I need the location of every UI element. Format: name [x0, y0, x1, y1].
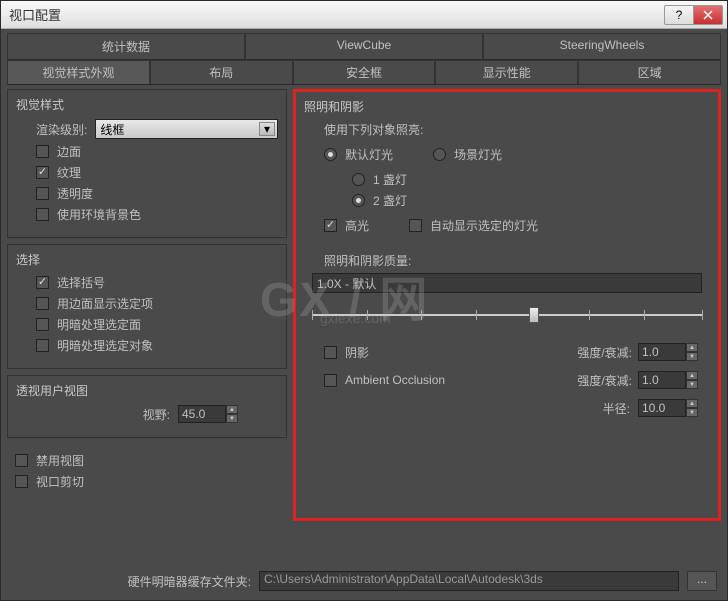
secondary-tabs: 视觉样式外观 布局 安全框 显示性能 区域	[7, 60, 721, 85]
shade-face-label: 明暗处理选定面	[57, 316, 141, 333]
two-light-label: 2 盏灯	[373, 192, 407, 209]
default-light-label: 默认灯光	[345, 146, 393, 163]
visual-style-group: 视觉样式 渲染级别: 线框 ▾ 边面 纹理 透明度 使用环境背景色	[7, 89, 287, 238]
selection-group: 选择 选择括号 用边面显示选定项 明暗处理选定面 明暗处理选定对象	[7, 244, 287, 369]
intensity2-spinner[interactable]: ▲▼	[638, 371, 698, 389]
fov-label: 视野:	[143, 406, 170, 423]
intensity2-input[interactable]	[638, 371, 686, 389]
int1-up[interactable]: ▲	[686, 343, 698, 352]
shade-obj-checkbox[interactable]	[36, 339, 49, 352]
selection-title: 选择	[16, 251, 278, 268]
rad-up[interactable]: ▲	[686, 399, 698, 408]
quality-label: 照明和阴影质量:	[324, 252, 411, 269]
scene-light-radio[interactable]	[433, 148, 446, 161]
fov-down[interactable]: ▼	[226, 414, 238, 423]
shadow-label: 阴影	[345, 344, 369, 361]
intensity1-input[interactable]	[638, 343, 686, 361]
two-light-radio[interactable]	[352, 194, 365, 207]
close-icon	[703, 10, 713, 20]
texture-checkbox[interactable]	[36, 166, 49, 179]
tab-layout[interactable]: 布局	[150, 60, 293, 84]
viewport-clip-label: 视口剪切	[36, 473, 84, 490]
fov-input[interactable]	[178, 405, 226, 423]
tab-viewcube[interactable]: ViewCube	[245, 33, 483, 59]
edge-sel-label: 用边面显示选定项	[57, 295, 153, 312]
perspective-title: 透视用户视图	[16, 382, 278, 399]
env-bg-label: 使用环境背景色	[57, 206, 141, 223]
fov-spinner[interactable]: ▲▼	[178, 405, 238, 423]
highlight-checkbox[interactable]	[324, 219, 337, 232]
render-level-value: 线框	[100, 121, 124, 138]
browse-button[interactable]: ...	[687, 571, 717, 591]
auto-show-lights-checkbox[interactable]	[409, 219, 422, 232]
fov-up[interactable]: ▲	[226, 405, 238, 414]
radius-input[interactable]	[638, 399, 686, 417]
shadow-checkbox[interactable]	[324, 346, 337, 359]
slider-thumb[interactable]	[529, 307, 539, 323]
env-bg-checkbox[interactable]	[36, 208, 49, 221]
render-level-dropdown[interactable]: 线框 ▾	[95, 119, 278, 139]
int1-down[interactable]: ▼	[686, 352, 698, 361]
edge-sel-checkbox[interactable]	[36, 297, 49, 310]
shade-face-checkbox[interactable]	[36, 318, 49, 331]
ao-checkbox[interactable]	[324, 374, 337, 387]
default-light-radio[interactable]	[324, 148, 337, 161]
shade-obj-label: 明暗处理选定对象	[57, 337, 153, 354]
tab-safeframe[interactable]: 安全框	[293, 60, 436, 84]
tab-steeringwheels[interactable]: SteeringWheels	[483, 33, 721, 59]
lighting-title: 照明和阴影	[304, 98, 710, 115]
tab-region[interactable]: 区域	[578, 60, 721, 84]
sel-bracket-checkbox[interactable]	[36, 276, 49, 289]
disable-view-label: 禁用视图	[36, 452, 84, 469]
disable-view-checkbox[interactable]	[15, 454, 28, 467]
auto-show-lights-label: 自动显示选定的灯光	[430, 217, 538, 234]
cache-folder-label: 硬件明暗器缓存文件夹:	[11, 573, 251, 590]
one-light-radio[interactable]	[352, 173, 365, 186]
viewport-config-window: 视口配置 ? 统计数据 ViewCube SteeringWheels 视觉样式…	[0, 0, 728, 601]
one-light-label: 1 盏灯	[373, 171, 407, 188]
chevron-down-icon: ▾	[259, 122, 275, 136]
use-obj-label: 使用下列对象照亮:	[324, 121, 423, 138]
intensity1-label: 强度/衰减:	[556, 344, 632, 361]
transparency-label: 透明度	[57, 185, 93, 202]
edge-face-checkbox[interactable]	[36, 145, 49, 158]
help-icon: ?	[676, 8, 683, 22]
edge-face-label: 边面	[57, 143, 81, 160]
transparency-checkbox[interactable]	[36, 187, 49, 200]
primary-tabs: 统计数据 ViewCube SteeringWheels	[7, 33, 721, 60]
titlebar: 视口配置 ?	[1, 1, 727, 29]
int2-up[interactable]: ▲	[686, 371, 698, 380]
radius-spinner[interactable]: ▲▼	[638, 399, 698, 417]
sel-bracket-label: 选择括号	[57, 274, 105, 291]
render-level-label: 渲染级别:	[36, 121, 87, 138]
cache-folder-path[interactable]: C:\Users\Administrator\AppData\Local\Aut…	[259, 571, 679, 591]
help-button[interactable]: ?	[664, 5, 694, 25]
perspective-group: 透视用户视图 视野: ▲▼	[7, 375, 287, 438]
int2-down[interactable]: ▼	[686, 380, 698, 389]
window-title: 视口配置	[9, 5, 665, 24]
ao-label: Ambient Occlusion	[345, 373, 445, 387]
rad-down[interactable]: ▼	[686, 408, 698, 417]
quality-input[interactable]	[312, 273, 702, 293]
scene-light-label: 场景灯光	[454, 146, 502, 163]
quality-slider[interactable]	[312, 303, 702, 327]
footer: 硬件明暗器缓存文件夹: C:\Users\Administrator\AppDa…	[7, 565, 721, 597]
lighting-shadow-group: 照明和阴影 使用下列对象照亮: 默认灯光 场景灯光 1 盏灯 2 盏灯 高光 自…	[293, 89, 721, 521]
close-button[interactable]	[693, 5, 723, 25]
texture-label: 纹理	[57, 164, 81, 181]
tab-display-perf[interactable]: 显示性能	[435, 60, 578, 84]
viewport-clip-checkbox[interactable]	[15, 475, 28, 488]
highlight-label: 高光	[345, 217, 369, 234]
visual-style-title: 视觉样式	[16, 96, 278, 113]
intensity2-label: 强度/衰减:	[556, 372, 632, 389]
intensity1-spinner[interactable]: ▲▼	[638, 343, 698, 361]
tab-stats[interactable]: 统计数据	[7, 33, 245, 59]
tab-visual-style[interactable]: 视觉样式外观	[7, 60, 150, 84]
radius-label: 半径:	[554, 400, 630, 417]
